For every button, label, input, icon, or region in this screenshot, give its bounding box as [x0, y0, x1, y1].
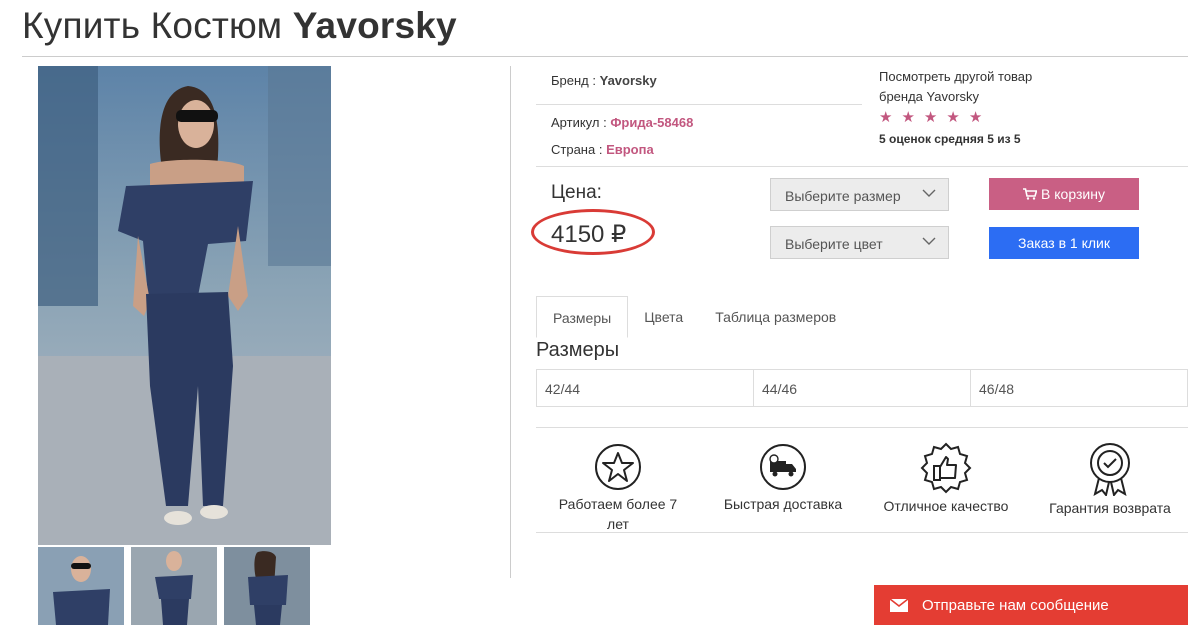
article-row: Артикул : Фрида-58468 — [551, 115, 693, 130]
features-divider-top — [536, 427, 1188, 428]
feature-experience: Работаем более 7 лет — [553, 442, 683, 534]
country-row: Страна : Европа — [551, 142, 654, 157]
chevron-down-icon — [922, 237, 936, 245]
add-to-cart-button[interactable]: В корзину — [989, 178, 1139, 210]
thumbnail-image — [224, 547, 310, 625]
color-select-label: Выберите цвет — [785, 236, 883, 252]
star-badge-icon — [595, 444, 641, 490]
guarantee-medal-icon — [1090, 443, 1130, 496]
size-select[interactable]: Выберите размер — [770, 178, 949, 211]
feature-guarantee-label: Гарантия возврата — [1049, 500, 1171, 516]
rating-stars[interactable]: ★ ★ ★ ★ ★ — [879, 110, 982, 125]
envelope-icon — [890, 598, 908, 612]
brand-value: Yavorsky — [599, 73, 657, 88]
thumbs-up-seal-icon — [920, 442, 972, 494]
feature-delivery: Быстрая доставка — [718, 442, 848, 514]
article-label: Артикул : — [551, 115, 607, 130]
thumbnail-1[interactable] — [38, 547, 124, 625]
size-cell: 46/48 — [979, 381, 1015, 397]
other-brand-products[interactable]: Посмотреть другой товар бренда Yavorsky — [879, 67, 1079, 107]
features-divider-bottom — [536, 532, 1188, 533]
feature-experience-label: Работаем более 7 лет — [558, 496, 678, 532]
main-product-photo[interactable] — [38, 66, 331, 545]
add-to-cart-label: В корзину — [1041, 186, 1105, 202]
send-message-label: Отправьте нам сообщение — [922, 596, 1109, 614]
chevron-down-icon — [922, 189, 936, 197]
thumbnail-2[interactable] — [131, 547, 217, 625]
thumbnail-3[interactable] — [224, 547, 310, 625]
feature-delivery-label: Быстрая доставка — [723, 496, 843, 512]
info-bottom-divider — [536, 166, 1188, 167]
other-brand-link[interactable]: Yavorsky — [927, 89, 980, 104]
send-message-bar[interactable]: Отправьте нам сообщение — [874, 585, 1188, 625]
star-icon: ★ — [968, 109, 983, 126]
brand-label: Бренд : — [551, 73, 596, 88]
feature-guarantee: Гарантия возврата — [1045, 442, 1175, 518]
feature-quality: Отличное качество — [880, 442, 1012, 516]
size-cell: 42/44 — [537, 370, 754, 406]
size-select-label: Выберите размер — [785, 188, 901, 204]
size-cell: 44/46 — [754, 370, 971, 406]
tab-colors[interactable]: Цвета — [628, 296, 699, 338]
product-tabs: Размеры Цвета Таблица размеров — [536, 296, 852, 338]
page-title: Купить Костюм Yavorsky — [22, 5, 457, 46]
star-icon: ★ — [923, 109, 938, 126]
rating-summary: 5 оценок средняя 5 из 5 — [879, 132, 1021, 146]
price-highlight-circle — [531, 209, 655, 255]
price-label: Цена: — [551, 182, 602, 203]
delivery-truck-icon — [760, 444, 806, 490]
page-title-brand: Yavorsky — [292, 5, 457, 46]
color-select[interactable]: Выберите цвет — [770, 226, 949, 259]
sizes-section-title: Размеры — [536, 339, 620, 361]
tab-sizes[interactable]: Размеры — [536, 296, 629, 338]
brand-row: Бренд : Yavorsky — [551, 73, 657, 88]
star-icon: ★ — [879, 109, 893, 126]
thumbnail-image — [131, 547, 217, 625]
tab-size-chart[interactable]: Таблица размеров — [699, 296, 852, 338]
star-icon: ★ — [946, 109, 960, 126]
one-click-order-button[interactable]: Заказ в 1 клик — [989, 227, 1139, 259]
product-photo-image — [38, 66, 331, 545]
sizes-table: 42/44 44/46 46/48 — [536, 369, 1188, 407]
thumbnail-image — [38, 547, 124, 625]
feature-quality-label: Отличное качество — [883, 498, 1009, 514]
other-brand-line2: бренда Yavorsky — [879, 89, 980, 104]
info-divider — [536, 104, 862, 105]
title-divider — [22, 56, 1188, 57]
country-value: Европа — [606, 142, 654, 157]
thumbnail-strip — [38, 547, 310, 625]
column-divider — [510, 66, 511, 578]
article-value: Фрида-58468 — [610, 115, 694, 130]
country-label: Страна : — [551, 142, 603, 157]
cart-icon — [1023, 188, 1038, 200]
other-brand-line1: Посмотреть другой товар — [879, 69, 1033, 84]
star-icon: ★ — [901, 109, 915, 126]
one-click-order-label: Заказ в 1 клик — [1017, 235, 1110, 251]
